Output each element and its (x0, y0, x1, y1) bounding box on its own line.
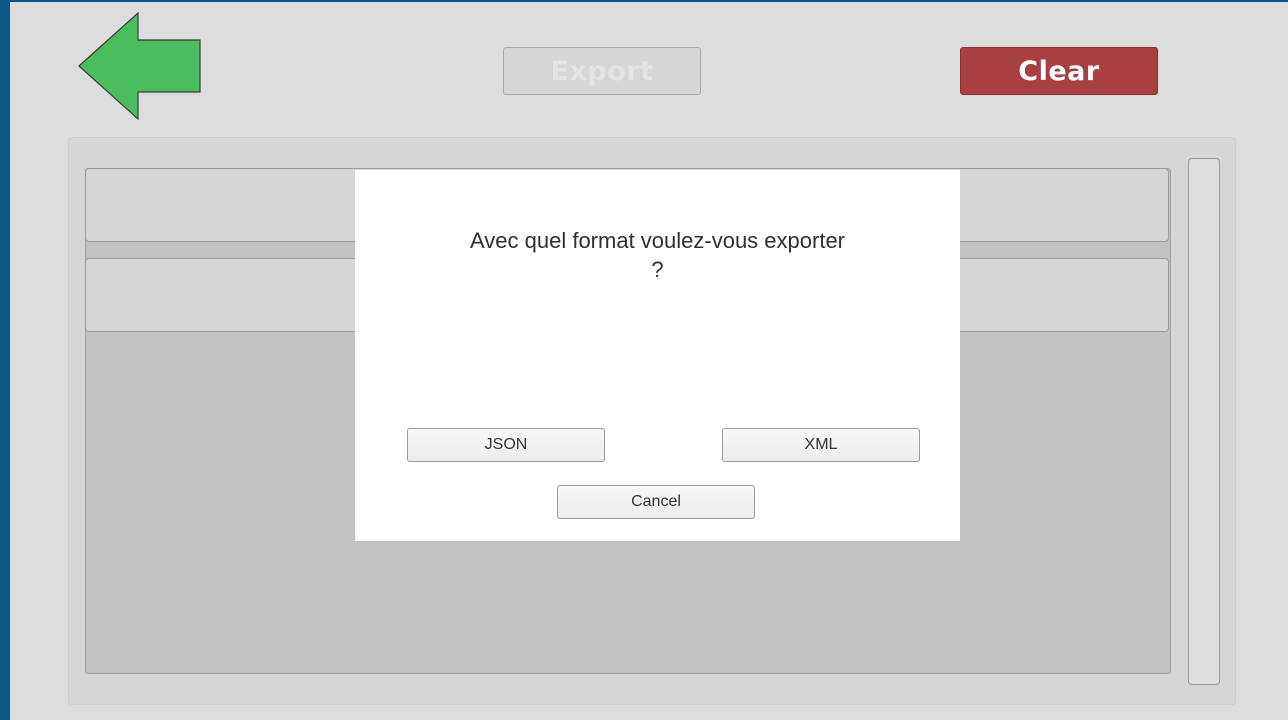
dialog-message: Avec quel format voulez-vous exporter ? (470, 228, 845, 282)
cancel-button[interactable]: Cancel (557, 485, 755, 519)
list-scrollbar[interactable] (1188, 158, 1220, 685)
export-button[interactable]: Export (503, 47, 701, 95)
xml-button[interactable]: XML (722, 428, 920, 462)
app-screen: Export Clear Avec quel format voulez-vou… (10, 2, 1288, 720)
json-button[interactable]: JSON (407, 428, 605, 462)
back-button[interactable] (78, 12, 202, 120)
back-arrow-icon (78, 12, 201, 120)
clear-button[interactable]: Clear (960, 47, 1158, 95)
export-format-dialog: Avec quel format voulez-vous exporter ? … (355, 170, 960, 541)
